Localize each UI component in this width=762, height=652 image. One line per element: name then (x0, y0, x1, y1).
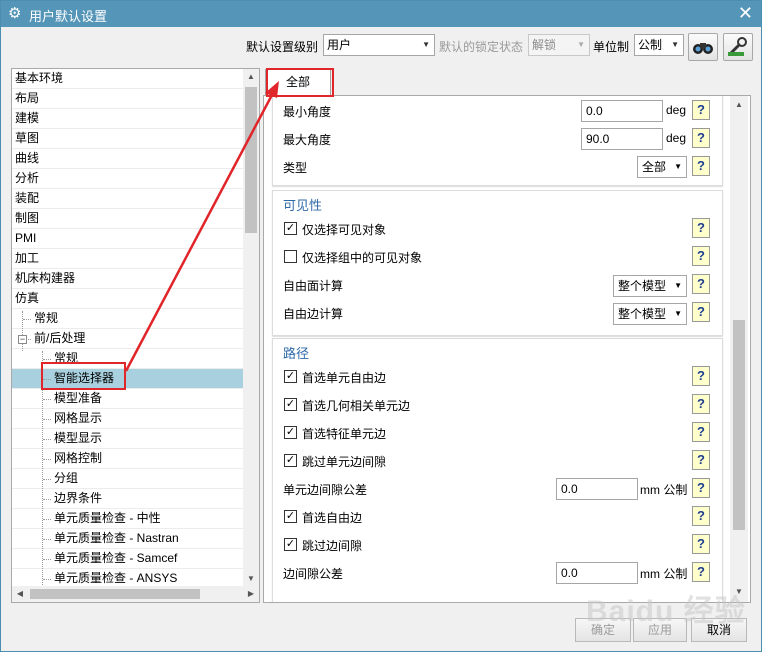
annotation-arrow (124, 81, 279, 372)
user-defaults-dialog: ⚙ 用户默认设置 ✕ 默认设置级别 用户 ▼ 默认的锁定状态 解锁 ▼ 单位制 … (0, 0, 762, 652)
baidu-watermark: Baidu 经验 (586, 595, 746, 628)
